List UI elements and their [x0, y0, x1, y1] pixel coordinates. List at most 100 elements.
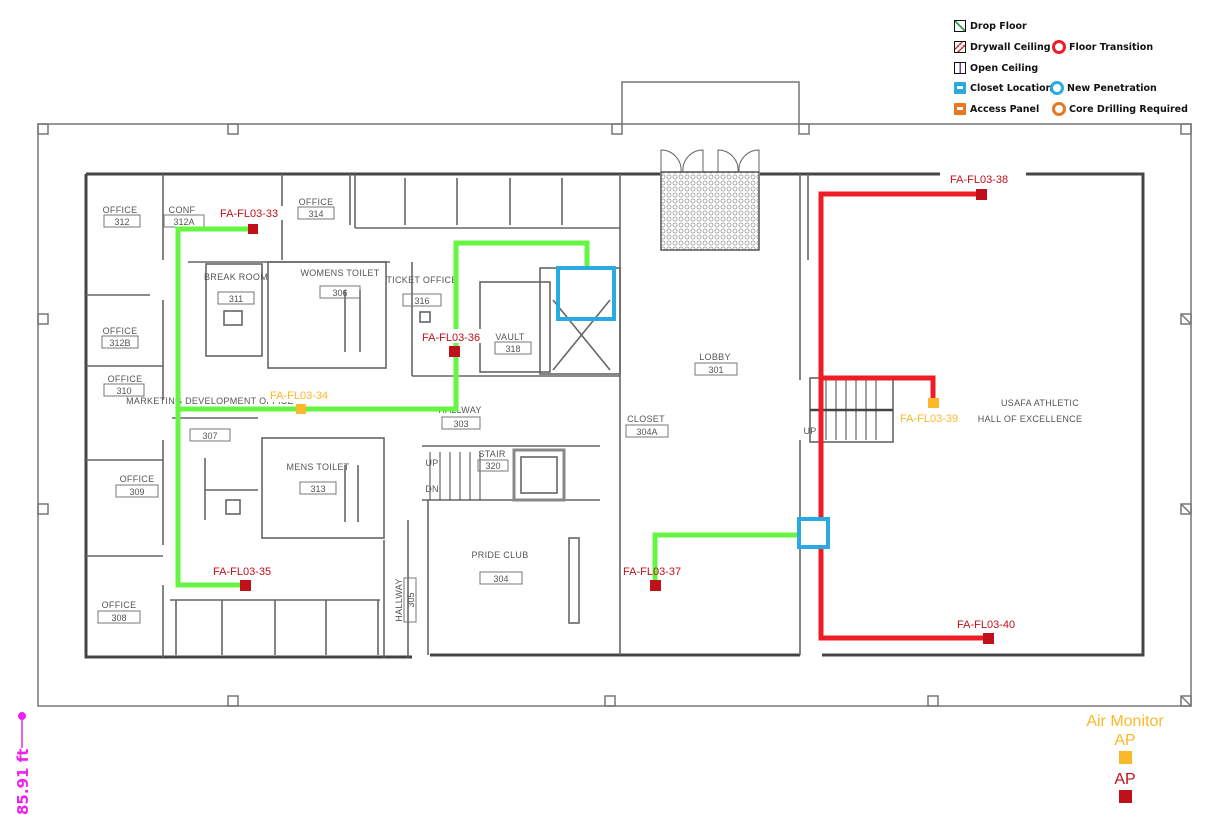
svg-text:FA-FL03-40: FA-FL03-40: [957, 619, 1015, 631]
svg-text:HALLWAY: HALLWAY: [394, 578, 404, 621]
svg-text:LOBBY: LOBBY: [699, 352, 731, 362]
red-cable-run-39: [821, 375, 936, 401]
svg-text:BREAK ROOM: BREAK ROOM: [204, 272, 268, 282]
room-office-309: OFFICE 309: [115, 474, 159, 498]
svg-text:OFFICE: OFFICE: [120, 474, 155, 484]
room-mens-toilet-313: MENS TOILET 313: [287, 462, 350, 495]
room-office-314: OFFICE 314: [297, 197, 335, 220]
room-vault-318: VAULT 318: [494, 332, 532, 355]
ap-type-legend: Air Monitor AP AP: [1070, 712, 1180, 809]
svg-text:CLOSET: CLOSET: [627, 414, 665, 424]
stair-dn-label: DN: [425, 484, 439, 494]
svg-text:312: 312: [114, 217, 129, 227]
room-break-room-311: BREAK ROOM 311: [204, 272, 268, 305]
room-conf-312a: CONF 312A: [163, 205, 205, 228]
svg-text:PRIDE CLUB: PRIDE CLUB: [471, 550, 528, 560]
svg-text:314: 314: [308, 209, 323, 219]
room-pride-club-304: PRIDE CLUB 304: [471, 550, 528, 585]
room-stair-320: STAIR 320: [477, 449, 509, 472]
svg-text:HALL OF EXCELLENCE: HALL OF EXCELLENCE: [978, 414, 1083, 424]
room-office-312b: OFFICE 312B: [101, 326, 139, 349]
svg-text:309: 309: [129, 487, 144, 497]
entry-vestibule: [660, 149, 760, 251]
room-office-312: OFFICE 312: [103, 205, 141, 228]
svg-text:USAFA ATHLETIC: USAFA ATHLETIC: [1001, 398, 1079, 408]
svg-text:OFFICE: OFFICE: [299, 197, 334, 207]
room-ticket-office-316: TICKET OFFICE 316: [386, 275, 457, 307]
room-hallway-305: HALLWAY 305: [394, 577, 417, 623]
floor-plan: OFFICE312 CONF312A OFFICE314 OFFICE312B …: [37, 81, 1192, 707]
legend-item-closet-location: Closet Location: [954, 81, 1052, 95]
svg-text:FA-FL03-35: FA-FL03-35: [213, 566, 271, 578]
ap-fa-fl03-37[interactable]: FA-FL03-37: [623, 566, 681, 591]
closet-location-east[interactable]: [797, 517, 830, 549]
svg-text:TICKET OFFICE: TICKET OFFICE: [386, 275, 457, 285]
svg-text:316: 316: [414, 296, 429, 306]
svg-text:VAULT: VAULT: [495, 332, 524, 342]
legend-item-floor-transition: Floor Transition: [1052, 40, 1153, 54]
svg-text:312B: 312B: [109, 338, 130, 348]
closet-location-north[interactable]: [556, 266, 616, 321]
svg-text:310: 310: [116, 386, 131, 396]
svg-text:FA-FL03-33: FA-FL03-33: [220, 208, 278, 220]
air-monitor-ap-label: AP: [1114, 732, 1136, 749]
floor-transition-ring-icon: [1052, 40, 1066, 54]
room-office-310: OFFICE 310: [103, 374, 145, 397]
room-womens-toilet-306: WOMENS TOILET 306: [300, 268, 379, 299]
room-lobby-301: LOBBY 301: [694, 352, 738, 376]
room-office-308: OFFICE 308: [97, 600, 141, 624]
core-drilling-ring-icon: [1052, 102, 1066, 116]
legend-item-access-panel: Access Panel: [954, 102, 1039, 116]
svg-text:307: 307: [202, 431, 217, 441]
svg-text:306: 306: [332, 288, 347, 298]
svg-text:312A: 312A: [173, 217, 194, 227]
legend-item-drywall-ceiling: Drywall Ceiling: [954, 40, 1051, 54]
air-monitor-ap-swatch: [1118, 751, 1132, 764]
svg-text:OFFICE: OFFICE: [108, 374, 143, 384]
new-penetration-ring-icon: [1050, 81, 1064, 95]
ap-label: AP: [1114, 771, 1136, 788]
svg-text:FA-FL03-39: FA-FL03-39: [900, 413, 958, 425]
svg-text:305: 305: [406, 592, 416, 607]
ap-fa-fl03-39[interactable]: FA-FL03-39: [897, 398, 969, 425]
svg-text:301: 301: [708, 365, 723, 375]
drop-floor-hatch-icon: [954, 20, 966, 32]
ap-fa-fl03-36[interactable]: FA-FL03-36: [420, 329, 492, 357]
room-closet-304a: CLOSET 304A: [625, 414, 669, 438]
drywall-ceiling-hatch-icon: [954, 41, 966, 53]
closet-location-icon: [954, 82, 966, 94]
open-ceiling-icon: [954, 62, 966, 74]
room-hall-of-excellence: USAFA ATHLETIC HALL OF EXCELLENCE: [978, 398, 1083, 424]
svg-text:308: 308: [111, 613, 126, 623]
legend-item-core-drilling: Core Drilling Required: [1052, 102, 1188, 116]
legend-item-new-penetration: New Penetration: [1050, 81, 1157, 95]
red-cable-run-38: [818, 191, 982, 519]
svg-text:OFFICE: OFFICE: [102, 600, 137, 610]
access-panel-icon: [954, 103, 966, 115]
svg-text:311: 311: [229, 294, 243, 304]
svg-text:304A: 304A: [636, 427, 657, 437]
svg-text:FA-FL03-37: FA-FL03-37: [623, 566, 681, 578]
svg-text:STAIR: STAIR: [478, 449, 506, 459]
svg-text:FA-FL03-34: FA-FL03-34: [270, 390, 328, 402]
svg-text:CONF: CONF: [169, 205, 196, 215]
air-monitor-label: Air Monitor: [1086, 713, 1164, 730]
stair-up-label-lobby: UP: [803, 426, 816, 436]
scale-label: 85.91 ft: [14, 749, 32, 815]
svg-text:304: 304: [493, 574, 508, 584]
svg-text:FA-FL03-36: FA-FL03-36: [422, 332, 480, 344]
svg-text:303: 303: [453, 419, 468, 429]
stair-up-label: UP: [425, 458, 438, 468]
legend-item-drop-floor: Drop Floor: [954, 19, 1027, 33]
scale-measure[interactable]: 85.91 ft: [10, 708, 40, 815]
svg-text:OFFICE: OFFICE: [103, 326, 138, 336]
ap-swatch: [1118, 790, 1132, 803]
svg-text:313: 313: [310, 484, 325, 494]
svg-text:FA-FL03-38: FA-FL03-38: [950, 174, 1008, 186]
legend-item-open-ceiling: Open Ceiling: [954, 61, 1038, 75]
svg-text:MENS TOILET: MENS TOILET: [287, 462, 350, 472]
legend: Drop Floor Drywall Ceiling Floor Transit…: [954, 18, 1194, 122]
svg-text:318: 318: [505, 344, 520, 354]
svg-text:OFFICE: OFFICE: [103, 205, 138, 215]
svg-text:WOMENS TOILET: WOMENS TOILET: [300, 268, 379, 278]
